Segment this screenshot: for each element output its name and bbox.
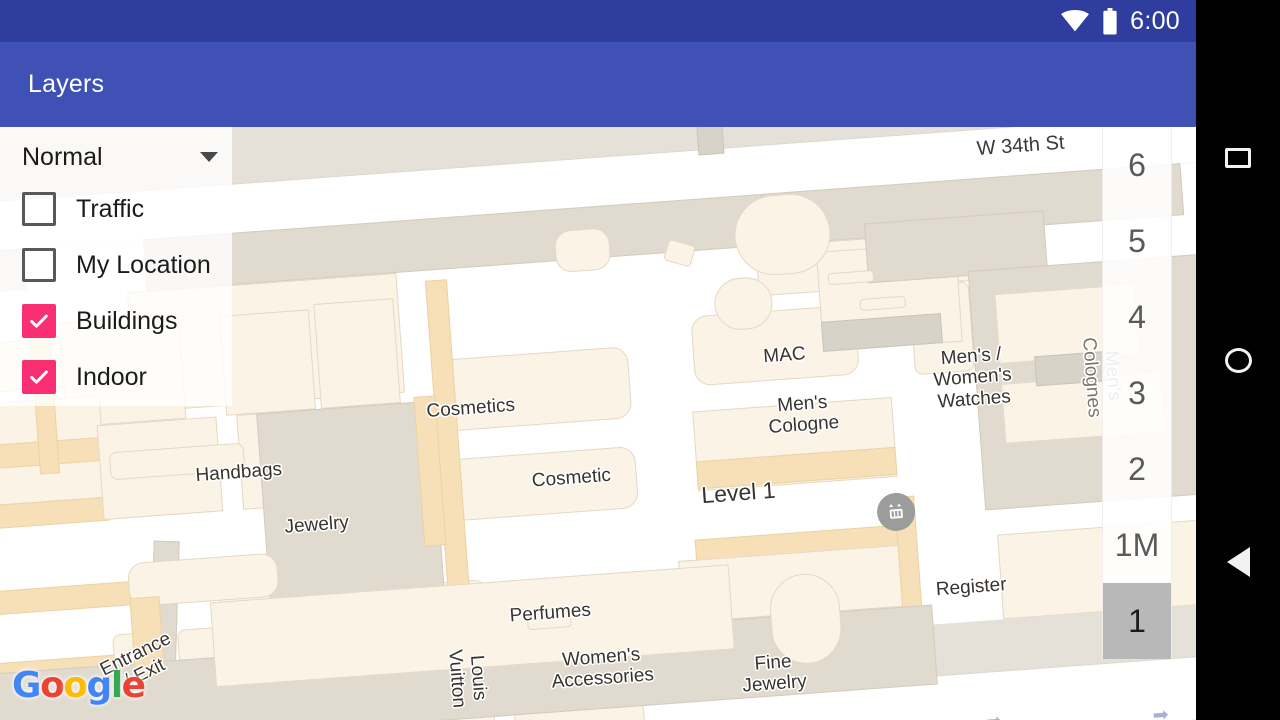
status-bar: 6:00	[0, 0, 1196, 42]
google-logo-e: e	[121, 665, 146, 706]
wifi-icon	[1060, 10, 1090, 32]
store-shape	[1034, 351, 1107, 387]
buildings-checkbox[interactable]	[22, 304, 56, 338]
my-location-label: My Location	[76, 250, 211, 279]
circle-icon	[1224, 347, 1252, 373]
app-bar: Layers	[0, 42, 1196, 127]
battery-icon	[1102, 7, 1118, 35]
google-logo-l: l	[110, 665, 123, 706]
store-shape	[553, 227, 612, 274]
map-type-value: Normal	[22, 142, 103, 171]
traffic-label: Traffic	[76, 194, 145, 223]
level-item-6[interactable]: 6	[1103, 127, 1171, 203]
store-shape	[218, 309, 317, 416]
back-button[interactable]	[1196, 540, 1280, 584]
square-icon	[1225, 148, 1251, 168]
level-item-1m[interactable]: 1M	[1103, 507, 1171, 583]
phone-viewport: ➡ ➡ ➡ ➡ ➡ W 34th St W 35th St Broadway C…	[0, 0, 1196, 720]
level-selector[interactable]: 6 5 4 3 2 1M 1	[1102, 127, 1172, 659]
counter-island	[432, 346, 633, 433]
page-title: Layers	[28, 70, 105, 98]
my-location-checkbox[interactable]	[22, 248, 56, 282]
google-logo: Google	[12, 665, 146, 706]
buildings-label: Buildings	[76, 306, 178, 335]
level-item-2[interactable]: 2	[1103, 431, 1171, 507]
chevron-down-icon	[200, 152, 218, 162]
map-type-dropdown[interactable]: Normal	[0, 133, 232, 181]
level-item-4[interactable]: 4	[1103, 279, 1171, 355]
layers-panel: Normal Traffic My Location Buildings Ind…	[0, 127, 232, 406]
triangle-left-icon	[1226, 547, 1250, 577]
google-logo-o1: o	[40, 665, 65, 706]
layer-row-traffic[interactable]: Traffic	[0, 181, 232, 237]
google-logo-g1: G	[12, 665, 42, 706]
traffic-checkbox[interactable]	[22, 192, 56, 226]
screen-root: ➡ ➡ ➡ ➡ ➡ W 34th St W 35th St Broadway C…	[0, 0, 1280, 720]
google-logo-o2: o	[63, 665, 88, 706]
layer-row-my-location[interactable]: My Location	[0, 237, 232, 293]
status-bar-clock: 6:00	[1130, 6, 1180, 35]
layer-row-buildings[interactable]: Buildings	[0, 293, 232, 349]
level-item-5[interactable]: 5	[1103, 203, 1171, 279]
indoor-checkbox[interactable]	[22, 360, 56, 394]
store-shape	[313, 298, 401, 409]
recents-button[interactable]	[1196, 136, 1280, 180]
home-button[interactable]	[1196, 338, 1280, 382]
android-nav-bar	[1196, 0, 1280, 720]
level-item-3[interactable]: 3	[1103, 355, 1171, 431]
indoor-label: Indoor	[76, 362, 147, 391]
layer-row-indoor[interactable]: Indoor	[0, 349, 232, 405]
level-item-1[interactable]: 1	[1103, 583, 1171, 659]
traffic-direction-arrow: ➡	[985, 711, 1002, 720]
traffic-direction-arrow: ➡	[1152, 704, 1170, 720]
google-logo-g2: g	[86, 665, 113, 706]
